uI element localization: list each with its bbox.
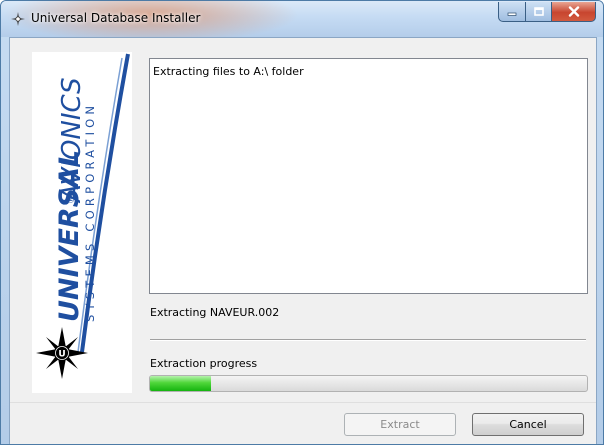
button-footer: Extract Cancel [10, 402, 596, 444]
dialog-content: UNIVERSAL ® AVIONICS SYSTEMS CORPORATION [9, 37, 597, 444]
progress-label: Extraction progress [150, 357, 258, 370]
compass-star-icon [11, 12, 25, 26]
maximize-icon [533, 7, 544, 16]
caption-buttons [498, 2, 596, 22]
current-file-status: Extracting NAVEUR.002 [150, 306, 280, 319]
close-button[interactable] [552, 2, 596, 22]
logo-tagline: SYSTEMS CORPORATION [83, 102, 97, 322]
company-logo: UNIVERSAL ® AVIONICS SYSTEMS CORPORATION [32, 52, 132, 393]
extraction-progress-bar [149, 375, 588, 392]
cancel-button[interactable]: Cancel [472, 413, 584, 436]
minimize-button[interactable] [498, 2, 526, 22]
close-icon [568, 6, 579, 17]
divider [150, 339, 586, 341]
maximize-button[interactable] [526, 2, 552, 22]
title-bar[interactable]: Universal Database Installer [1, 1, 603, 37]
window-title: Universal Database Installer [31, 11, 201, 25]
extraction-log-textbox[interactable]: Extracting files to A:\ folder [149, 58, 588, 294]
minimize-icon [507, 12, 517, 16]
installer-window: Universal Database Installer UNIVERSAL ®… [0, 0, 604, 445]
emblem-letter: U [58, 350, 65, 360]
company-logo-graphic: UNIVERSAL ® AVIONICS SYSTEMS CORPORATION [36, 53, 130, 379]
extract-button[interactable]: Extract [344, 413, 456, 436]
progress-bar-fill [150, 376, 212, 391]
log-text: Extracting files to A:\ folder [153, 65, 304, 78]
